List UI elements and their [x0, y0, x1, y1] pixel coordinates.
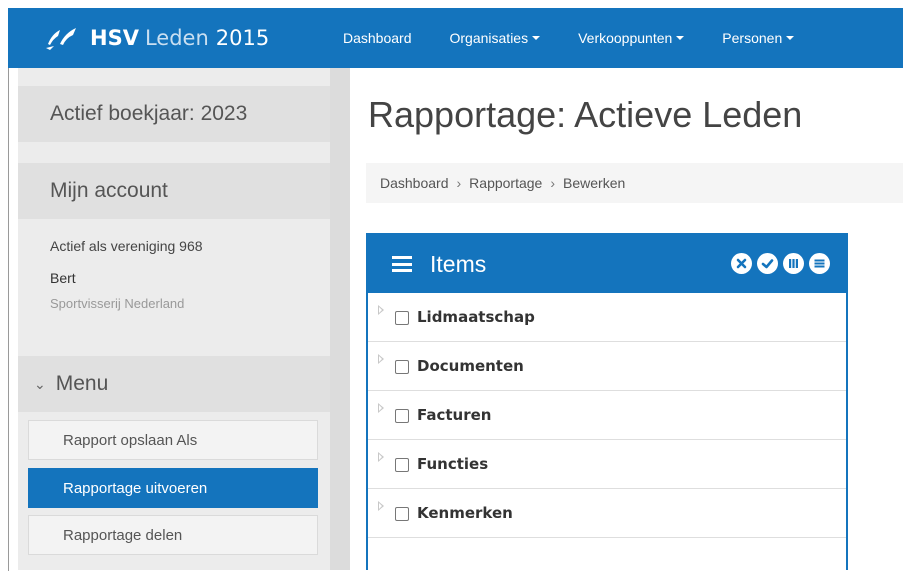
- items-panel: Items Lidmaatschap Documenten Facturen F…: [366, 233, 848, 570]
- tree-item-kenmerken: Kenmerken: [368, 489, 846, 538]
- account-name: Bert: [50, 270, 76, 286]
- expand-triangle-icon[interactable]: [378, 403, 384, 413]
- breadcrumb-separator-icon: ›: [456, 175, 462, 191]
- account-heading: Mijn account: [18, 163, 330, 219]
- tree-item-label[interactable]: Kenmerken: [417, 504, 513, 522]
- tree-item-facturen: Facturen: [368, 391, 846, 440]
- brand-logo-link[interactable]: HSV Leden 2015: [44, 8, 269, 68]
- brand-leden: Leden: [144, 26, 209, 50]
- tree-item-label[interactable]: Facturen: [417, 406, 491, 424]
- item-checkbox[interactable]: [395, 311, 409, 325]
- account-active-as: Actief als vereniging 968: [50, 238, 203, 254]
- page-title: Rapportage: Actieve Leden: [368, 94, 803, 135]
- nav-dashboard-label: Dashboard: [343, 30, 412, 46]
- main-nav: Dashboard Organisaties Verkooppunten Per…: [343, 8, 832, 68]
- expand-triangle-icon[interactable]: [378, 452, 384, 462]
- expand-triangle-icon[interactable]: [378, 305, 384, 315]
- check-circle-icon[interactable]: [757, 253, 778, 274]
- columns-circle-icon[interactable]: [783, 253, 804, 274]
- tree-item-documenten: Documenten: [368, 342, 846, 391]
- breadcrumb-separator-icon: ›: [550, 175, 556, 191]
- menu-item-label: Rapportage uitvoeren: [63, 479, 208, 497]
- tree-item-label[interactable]: Lidmaatschap: [417, 308, 535, 326]
- tree-item-functies: Functies: [368, 440, 846, 489]
- nav-organisaties-label: Organisaties: [449, 30, 529, 46]
- item-checkbox[interactable]: [395, 360, 409, 374]
- top-navbar: HSV Leden 2015 Dashboard Organisaties Ve…: [8, 8, 903, 68]
- caret-down-icon: [676, 36, 685, 40]
- caret-down-icon: [532, 36, 541, 40]
- tree-item-label[interactable]: Documenten: [417, 357, 524, 375]
- menu-item-label: Rapportage delen: [63, 526, 183, 544]
- brand-hsv: HSV: [90, 26, 139, 50]
- close-circle-icon[interactable]: [731, 253, 752, 274]
- item-checkbox[interactable]: [395, 409, 409, 423]
- chevron-down-icon: ⌄: [34, 375, 46, 392]
- breadcrumb-rapportage[interactable]: Rapportage: [469, 175, 542, 191]
- menu-item-rapport-opslaan[interactable]: Rapport opslaan Als: [28, 420, 318, 460]
- sidebar-edge: [330, 68, 350, 570]
- nav-personen-label: Personen: [722, 30, 783, 46]
- nav-verkooppunten[interactable]: Verkooppunten: [578, 30, 685, 46]
- tree-item-lidmaatschap: Lidmaatschap: [368, 293, 846, 342]
- brand-year: 2015: [215, 26, 270, 50]
- menu-toggle[interactable]: ⌄ Menu: [18, 356, 330, 412]
- items-panel-title: Items: [430, 250, 487, 277]
- menu-item-label: Rapport opslaan Als: [63, 431, 198, 449]
- fish-logo-icon: [46, 28, 76, 50]
- caret-down-icon: [786, 36, 795, 40]
- nav-organisaties[interactable]: Organisaties: [450, 30, 541, 46]
- list-circle-icon[interactable]: [809, 253, 830, 274]
- nav-verkooppunten-label: Verkooppunten: [578, 30, 673, 46]
- item-checkbox[interactable]: [395, 507, 409, 521]
- breadcrumb-dashboard[interactable]: Dashboard: [380, 175, 449, 191]
- expand-triangle-icon[interactable]: [378, 501, 384, 511]
- menu-item-rapportage-uitvoeren[interactable]: Rapportage uitvoeren: [28, 468, 318, 508]
- hamburger-icon[interactable]: [392, 256, 412, 272]
- menu-heading: Menu: [55, 372, 109, 395]
- item-checkbox[interactable]: [395, 458, 409, 472]
- fiscal-year-heading: Actief boekjaar: 2023: [18, 86, 330, 142]
- breadcrumb: Dashboard › Rapportage › Bewerken: [366, 163, 903, 203]
- items-panel-header: Items: [368, 235, 846, 293]
- nav-personen[interactable]: Personen: [722, 30, 795, 46]
- breadcrumb-bewerken: Bewerken: [563, 175, 626, 191]
- tree-item-label[interactable]: Functies: [417, 455, 488, 473]
- menu-item-rapportage-delen[interactable]: Rapportage delen: [28, 515, 318, 555]
- nav-dashboard[interactable]: Dashboard: [343, 30, 412, 46]
- panel-actions: [726, 253, 830, 274]
- expand-triangle-icon[interactable]: [378, 354, 384, 364]
- account-org: Sportvisserij Nederland: [50, 296, 185, 311]
